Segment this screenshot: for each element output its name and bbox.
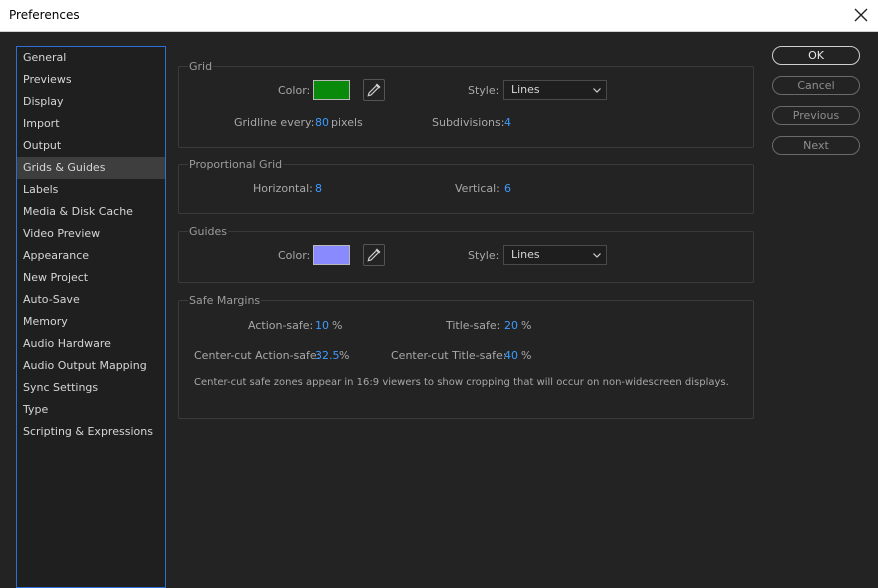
guides-eyedropper-button[interactable] [363,244,385,266]
center-cut-title-safe-unit: % [521,349,532,362]
center-cut-title-safe-value[interactable]: 40 [504,349,518,362]
grid-group: Grid Color: Style: Lines Gridline every:… [178,60,754,148]
subdivisions-label: Subdivisions: [432,116,505,129]
grid-style-value: Lines [511,83,540,96]
center-cut-action-safe-unit: % [339,349,350,362]
sidebar-item-media-disk-cache[interactable]: Media & Disk Cache [17,201,165,223]
sidebar-item-audio-output-mapping[interactable]: Audio Output Mapping [17,355,165,377]
horizontal-value[interactable]: 8 [315,182,322,195]
safe-margins-title: Safe Margins [188,294,262,307]
grid-style-label: Style: [468,84,500,97]
gridline-unit: pixels [331,116,363,129]
sidebar-item-general[interactable]: General [17,47,165,69]
vertical-value[interactable]: 6 [504,182,511,195]
sidebar-item-scripting-expressions[interactable]: Scripting & Expressions [17,421,165,443]
action-safe-label: Action-safe: [248,319,314,332]
vertical-label: Vertical: [455,182,500,195]
grid-group-title: Grid [188,60,214,73]
guides-style-dropdown[interactable]: Lines [503,245,607,265]
category-list: General Previews Display Import Output G… [16,46,166,588]
cancel-button[interactable]: Cancel [772,76,860,95]
safe-margins-group: Safe Margins Action-safe: 10 % Title-saf… [178,294,754,419]
center-cut-action-safe-label: Center-cut Action-safe: [194,349,321,362]
title-safe-unit: % [521,319,532,332]
eyedropper-icon [367,83,381,97]
subdivisions-value[interactable]: 4 [504,116,511,129]
grid-style-dropdown[interactable]: Lines [503,80,607,100]
grid-color-label: Color: [278,84,311,97]
eyedropper-icon [367,248,381,262]
chevron-down-icon [593,88,601,93]
guides-style-value: Lines [511,248,540,261]
sidebar-item-grids-guides[interactable]: Grids & Guides [17,157,165,179]
action-safe-unit: % [332,319,343,332]
center-cut-action-safe-value[interactable]: 32.5 [315,349,340,362]
proportional-grid-title: Proportional Grid [188,158,284,171]
title-safe-label: Title-safe: [446,319,501,332]
grid-eyedropper-button[interactable] [363,79,385,101]
guides-group-title: Guides [188,225,229,238]
sidebar-item-display[interactable]: Display [17,91,165,113]
sidebar-item-labels[interactable]: Labels [17,179,165,201]
guides-color-label: Color: [278,249,311,262]
sidebar-item-audio-hardware[interactable]: Audio Hardware [17,333,165,355]
next-button[interactable]: Next [772,136,860,155]
guides-group: Guides Color: Style: Lines [178,225,754,283]
title-safe-value[interactable]: 20 [504,319,518,332]
title-bar: Preferences [0,0,878,32]
gridline-every-value[interactable]: 80 [315,116,329,129]
chevron-down-icon [593,253,601,258]
gridline-every-label: Gridline every: [234,116,315,129]
sidebar-item-previews[interactable]: Previews [17,69,165,91]
sidebar-item-type[interactable]: Type [17,399,165,421]
sidebar-item-memory[interactable]: Memory [17,311,165,333]
close-icon[interactable] [850,4,872,26]
sidebar-item-sync-settings[interactable]: Sync Settings [17,377,165,399]
sidebar-item-appearance[interactable]: Appearance [17,245,165,267]
guides-style-label: Style: [468,249,500,262]
horizontal-label: Horizontal: [253,182,313,195]
center-cut-title-safe-label: Center-cut Title-safe: [391,349,507,362]
ok-button[interactable]: OK [772,46,860,65]
window-title: Preferences [9,8,80,22]
sidebar-item-auto-save[interactable]: Auto-Save [17,289,165,311]
previous-button[interactable]: Previous [772,106,860,125]
sidebar-item-new-project[interactable]: New Project [17,267,165,289]
center-cut-note: Center-cut safe zones appear in 16:9 vie… [194,377,729,388]
sidebar-item-video-preview[interactable]: Video Preview [17,223,165,245]
sidebar-item-import[interactable]: Import [17,113,165,135]
proportional-grid-group: Proportional Grid Horizontal: 8 Vertical… [178,158,754,214]
action-safe-value[interactable]: 10 [315,319,329,332]
grid-color-swatch[interactable] [313,80,350,100]
sidebar-item-output[interactable]: Output [17,135,165,157]
guides-color-swatch[interactable] [313,245,350,265]
